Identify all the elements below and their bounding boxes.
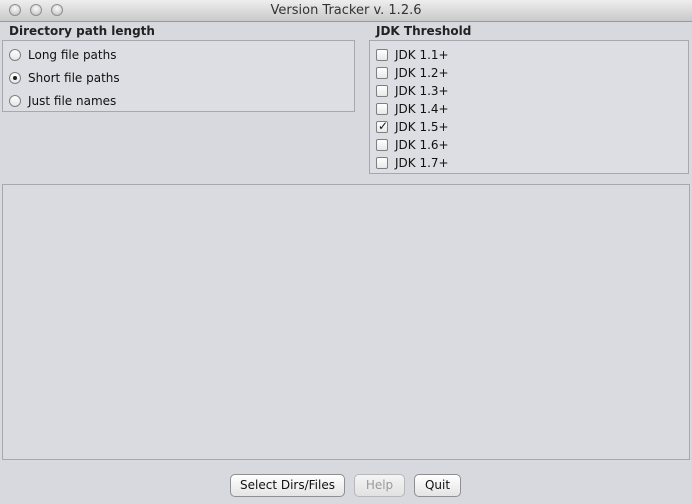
radio-just-file-names[interactable]: Just file names <box>9 92 116 110</box>
checkbox-icon[interactable] <box>376 49 388 61</box>
checkbox-label: JDK 1.6+ <box>395 138 449 152</box>
jdk-threshold-title: JDK Threshold <box>376 24 472 38</box>
quit-button[interactable]: Quit <box>414 474 461 497</box>
checkbox-label: JDK 1.5+ <box>395 120 449 134</box>
help-button[interactable]: Help <box>354 474 405 497</box>
radio-short-file-paths[interactable]: Short file paths <box>9 69 120 87</box>
checkbox-label: JDK 1.3+ <box>395 84 449 98</box>
checkbox-icon[interactable] <box>376 103 388 115</box>
checkbox-jdk-1-4[interactable]: JDK 1.4+ <box>376 100 449 118</box>
jdk-threshold-group: JDK 1.1+ JDK 1.2+ JDK 1.3+ JDK 1.4+ JDK … <box>369 40 689 174</box>
radio-button-icon[interactable] <box>9 95 21 107</box>
checkbox-jdk-1-3[interactable]: JDK 1.3+ <box>376 82 449 100</box>
checkbox-jdk-1-5[interactable]: JDK 1.5+ <box>376 118 449 136</box>
checkbox-jdk-1-2[interactable]: JDK 1.2+ <box>376 64 449 82</box>
title-bar: Version Tracker v. 1.2.6 <box>0 0 692 22</box>
checkbox-checked-icon[interactable] <box>376 119 388 133</box>
radio-label: Short file paths <box>28 71 120 85</box>
checkbox-label: JDK 1.4+ <box>395 102 449 116</box>
checkbox-icon[interactable] <box>376 67 388 79</box>
checkbox-label: JDK 1.2+ <box>395 66 449 80</box>
checkbox-icon[interactable] <box>376 157 388 169</box>
output-text-area[interactable] <box>2 184 690 460</box>
app-window: Version Tracker v. 1.2.6 Directory path … <box>0 0 692 504</box>
radio-long-file-paths[interactable]: Long file paths <box>9 46 116 64</box>
radio-button-icon[interactable] <box>9 49 21 61</box>
checkbox-label: JDK 1.1+ <box>395 48 449 62</box>
directory-path-length-title: Directory path length <box>9 24 155 38</box>
checkbox-jdk-1-1[interactable]: JDK 1.1+ <box>376 46 449 64</box>
radio-button-selected-icon[interactable] <box>9 72 21 84</box>
window-title: Version Tracker v. 1.2.6 <box>270 3 422 18</box>
checkbox-icon[interactable] <box>376 139 388 151</box>
checkbox-jdk-1-7[interactable]: JDK 1.7+ <box>376 154 449 172</box>
radio-label: Long file paths <box>28 48 117 62</box>
directory-path-length-group: Long file paths Short file paths Just fi… <box>2 40 355 112</box>
select-dirs-files-button[interactable]: Select Dirs/Files <box>230 474 345 497</box>
checkbox-jdk-1-6[interactable]: JDK 1.6+ <box>376 136 449 154</box>
checkbox-icon[interactable] <box>376 85 388 97</box>
checkbox-label: JDK 1.7+ <box>395 156 449 170</box>
radio-label: Just file names <box>28 94 117 108</box>
